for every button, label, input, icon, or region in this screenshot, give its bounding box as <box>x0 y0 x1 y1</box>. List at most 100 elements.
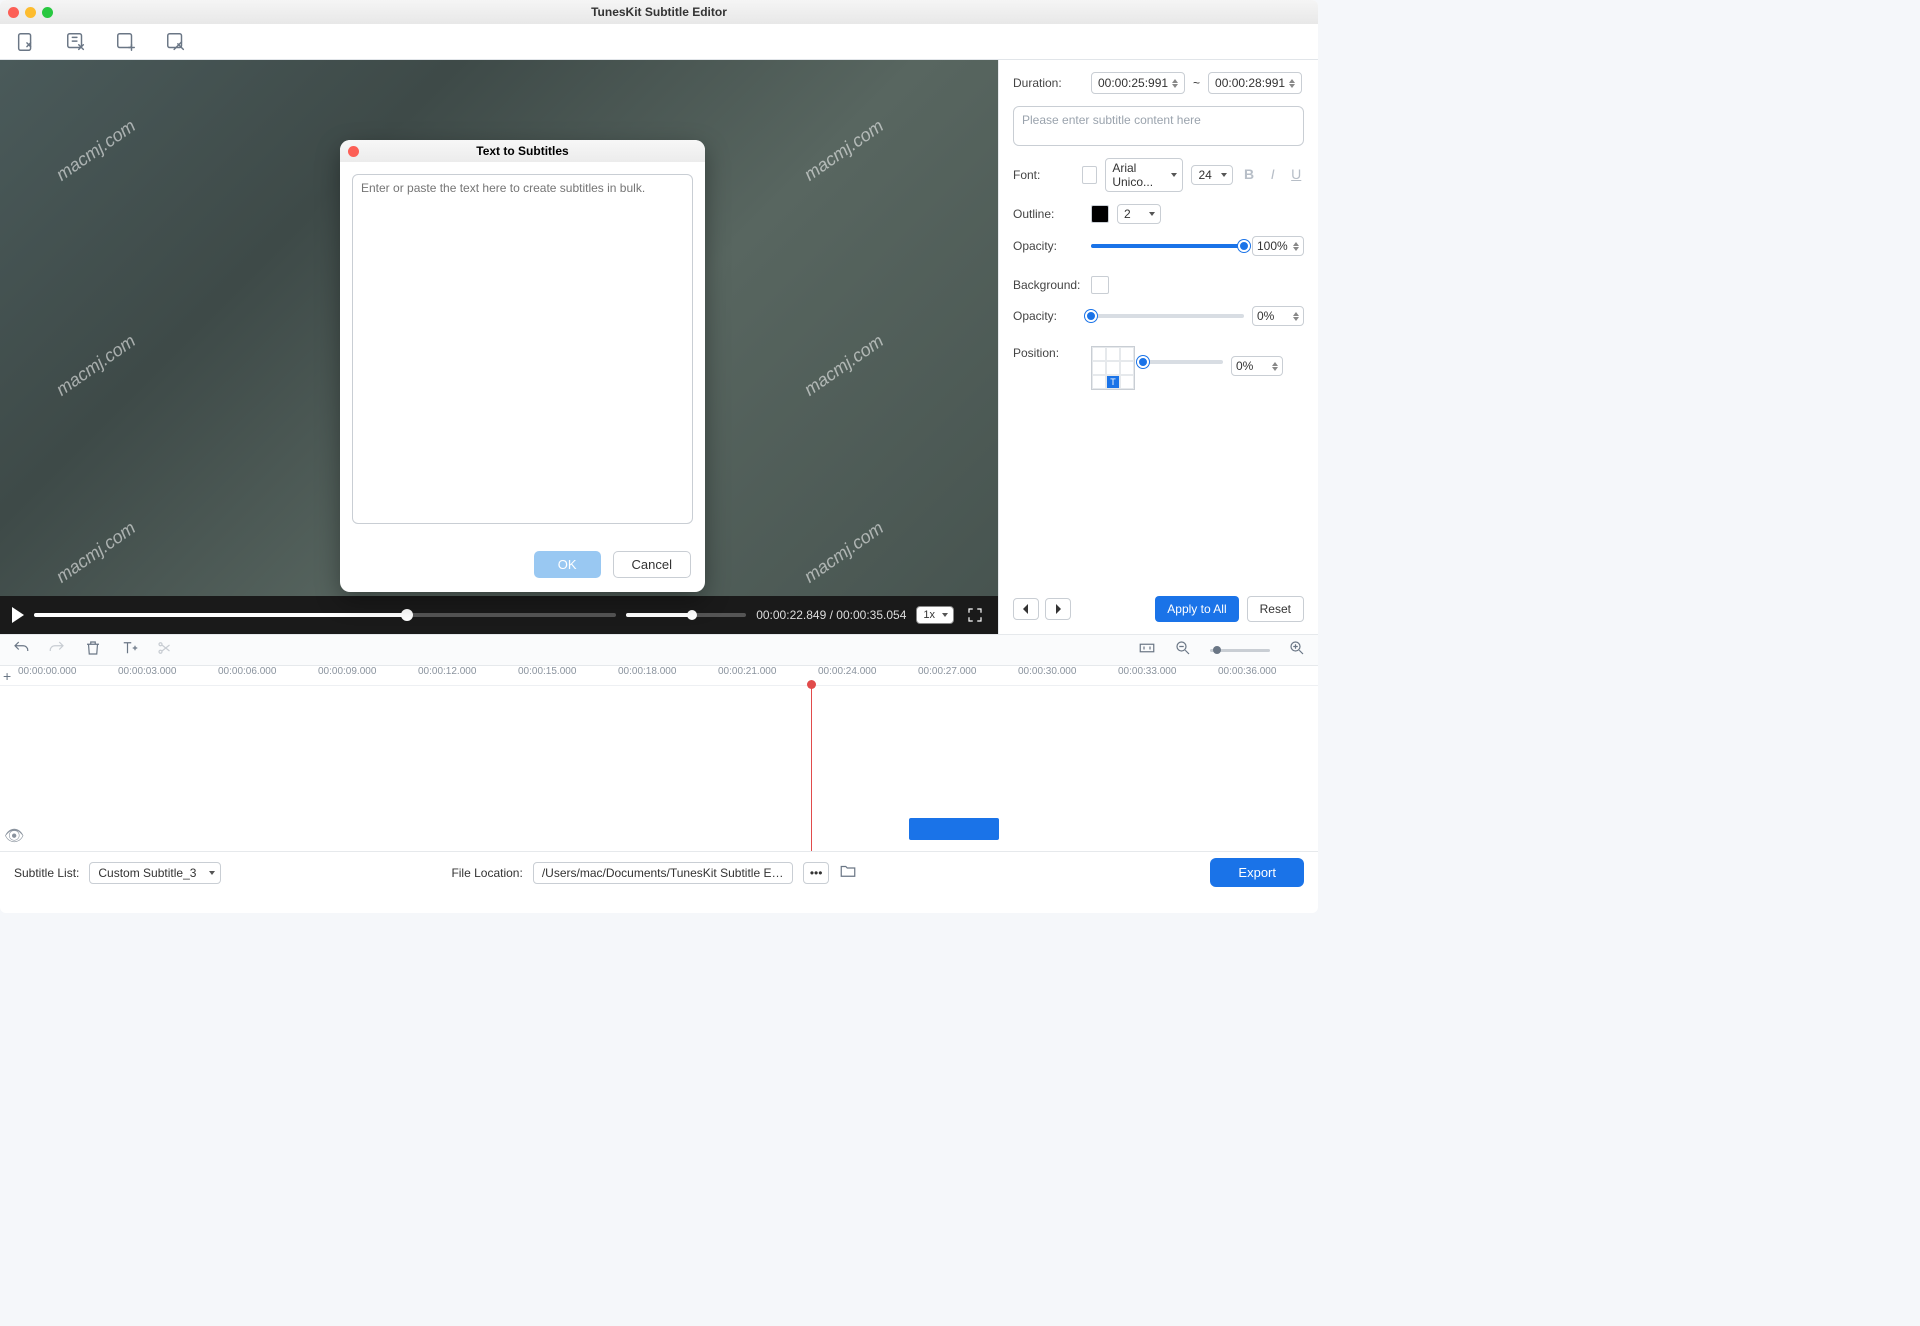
dialog-title: Text to Subtitles <box>476 144 568 158</box>
position-slider[interactable] <box>1143 360 1223 364</box>
reset-button[interactable]: Reset <box>1247 596 1304 622</box>
subtitle-clip[interactable] <box>909 818 999 840</box>
chevron-down-icon <box>1221 173 1227 177</box>
ruler-mark: 00:00:36.000 <box>1218 666 1318 685</box>
zoom-out-button[interactable] <box>1174 639 1192 662</box>
timeline-toolbar <box>0 634 1318 666</box>
tilde-separator: ~ <box>1193 76 1200 90</box>
italic-button[interactable]: I <box>1265 166 1281 184</box>
browse-button[interactable]: ••• <box>803 862 830 884</box>
watermark: macmj.com <box>801 116 888 186</box>
opacity-value-input[interactable]: 100% <box>1252 236 1304 256</box>
watermark: macmj.com <box>801 330 888 400</box>
titlebar: TunesKit Subtitle Editor <box>0 0 1318 24</box>
ruler-mark: 00:00:09.000 <box>318 666 418 685</box>
bg-opacity-label: Opacity: <box>1013 309 1083 323</box>
export-button[interactable]: Export <box>1210 858 1304 887</box>
position-grid[interactable]: T <box>1091 346 1135 390</box>
ruler-mark: 00:00:15.000 <box>518 666 618 685</box>
stepper-up-icon[interactable] <box>1172 79 1178 83</box>
chevron-down-icon <box>1171 173 1177 177</box>
split-button[interactable] <box>156 639 174 662</box>
font-size-select[interactable]: 24 <box>1191 165 1233 185</box>
playhead[interactable] <box>811 686 812 851</box>
add-subtitle-button[interactable] <box>114 30 138 54</box>
visibility-icon[interactable]: 👁 <box>4 826 24 846</box>
watermark: macmj.com <box>52 116 139 186</box>
add-text-button[interactable] <box>120 639 138 662</box>
position-bottom-center[interactable]: T <box>1106 375 1120 389</box>
subtitle-list-label: Subtitle List: <box>14 866 79 880</box>
outline-width-select[interactable]: 2 <box>1117 204 1161 224</box>
ruler-mark: 00:00:06.000 <box>218 666 318 685</box>
subtitle-list-select[interactable]: Custom Subtitle_3 <box>89 862 221 884</box>
bold-button[interactable]: B <box>1241 166 1257 184</box>
stepper-up-icon[interactable] <box>1289 79 1295 83</box>
subtitle-content-input[interactable]: Please enter subtitle content here <box>1013 106 1304 146</box>
app-title: TunesKit Subtitle Editor <box>0 5 1318 19</box>
ok-button[interactable]: OK <box>534 551 601 578</box>
main-toolbar <box>0 24 1318 60</box>
watermark: macmj.com <box>52 330 139 400</box>
timeline-ruler[interactable]: 00:00:00.000 00:00:03.000 00:00:06.000 0… <box>0 666 1318 686</box>
properties-panel: Duration: 00:00:25:991 ~ 00:00:28:991 Pl… <box>998 60 1318 634</box>
ruler-mark: 00:00:00.000 <box>18 666 118 685</box>
chevron-down-icon <box>209 871 215 875</box>
fit-button[interactable] <box>1138 639 1156 662</box>
seek-slider[interactable] <box>34 613 616 617</box>
watermark: macmj.com <box>801 518 888 588</box>
file-location-label: File Location: <box>451 866 522 880</box>
chevron-down-icon <box>942 613 948 617</box>
chevron-down-icon <box>1149 212 1155 216</box>
underline-button[interactable]: U <box>1288 166 1304 184</box>
delete-button[interactable] <box>84 639 102 662</box>
play-icon <box>12 607 24 623</box>
dialog-close-icon[interactable] <box>348 146 359 157</box>
transport-bar: 00:00:22.849 / 00:00:35.054 1x <box>0 596 998 634</box>
font-color-swatch[interactable] <box>1082 166 1098 184</box>
prev-subtitle-button[interactable] <box>1013 598 1039 620</box>
cancel-button[interactable]: Cancel <box>613 551 691 578</box>
watermark: macmj.com <box>52 518 139 588</box>
start-time-input[interactable]: 00:00:25:991 <box>1091 72 1185 94</box>
volume-slider[interactable] <box>626 613 746 617</box>
bg-opacity-value-input[interactable]: 0% <box>1252 306 1304 326</box>
footer-bar: Subtitle List: Custom Subtitle_3 File Lo… <box>0 851 1318 893</box>
outline-label: Outline: <box>1013 207 1083 221</box>
opacity-slider[interactable] <box>1091 244 1244 248</box>
position-value-input[interactable]: 0% <box>1231 356 1283 376</box>
font-family-select[interactable]: Arial Unico... <box>1105 158 1183 192</box>
background-label: Background: <box>1013 278 1083 292</box>
font-label: Font: <box>1013 168 1074 182</box>
ruler-mark: 00:00:33.000 <box>1118 666 1218 685</box>
app-window: TunesKit Subtitle Editor macmj.com macmj… <box>0 0 1318 913</box>
text-to-subtitle-button[interactable] <box>64 30 88 54</box>
timeline-body[interactable]: 👁 <box>0 686 1318 851</box>
undo-button[interactable] <box>12 639 30 662</box>
edit-button[interactable] <box>164 30 188 54</box>
outline-color-swatch[interactable] <box>1091 205 1109 223</box>
bg-opacity-slider[interactable] <box>1091 314 1244 318</box>
fullscreen-button[interactable] <box>964 604 986 626</box>
redo-button[interactable] <box>48 639 66 662</box>
apply-to-all-button[interactable]: Apply to All <box>1155 596 1238 622</box>
stepper-down-icon[interactable] <box>1289 84 1295 88</box>
dialog-titlebar: Text to Subtitles <box>340 140 705 162</box>
play-button[interactable] <box>12 607 24 623</box>
import-file-button[interactable] <box>14 30 38 54</box>
zoom-slider[interactable] <box>1210 649 1270 652</box>
file-location-input[interactable]: /Users/mac/Documents/TunesKit Subtitle E… <box>533 862 793 884</box>
end-time-input[interactable]: 00:00:28:991 <box>1208 72 1302 94</box>
next-subtitle-button[interactable] <box>1045 598 1071 620</box>
zoom-in-button[interactable] <box>1288 639 1306 662</box>
open-folder-button[interactable] <box>839 862 857 883</box>
ruler-mark: 00:00:24.000 <box>818 666 918 685</box>
opacity-label: Opacity: <box>1013 239 1083 253</box>
background-color-swatch[interactable] <box>1091 276 1109 294</box>
bulk-text-input[interactable] <box>352 174 693 524</box>
timecode-display: 00:00:22.849 / 00:00:35.054 <box>756 608 906 622</box>
stepper-down-icon[interactable] <box>1172 84 1178 88</box>
timeline[interactable]: + 00:00:00.000 00:00:03.000 00:00:06.000… <box>0 666 1318 851</box>
speed-select[interactable]: 1x <box>916 606 954 624</box>
ruler-mark: 00:00:21.000 <box>718 666 818 685</box>
